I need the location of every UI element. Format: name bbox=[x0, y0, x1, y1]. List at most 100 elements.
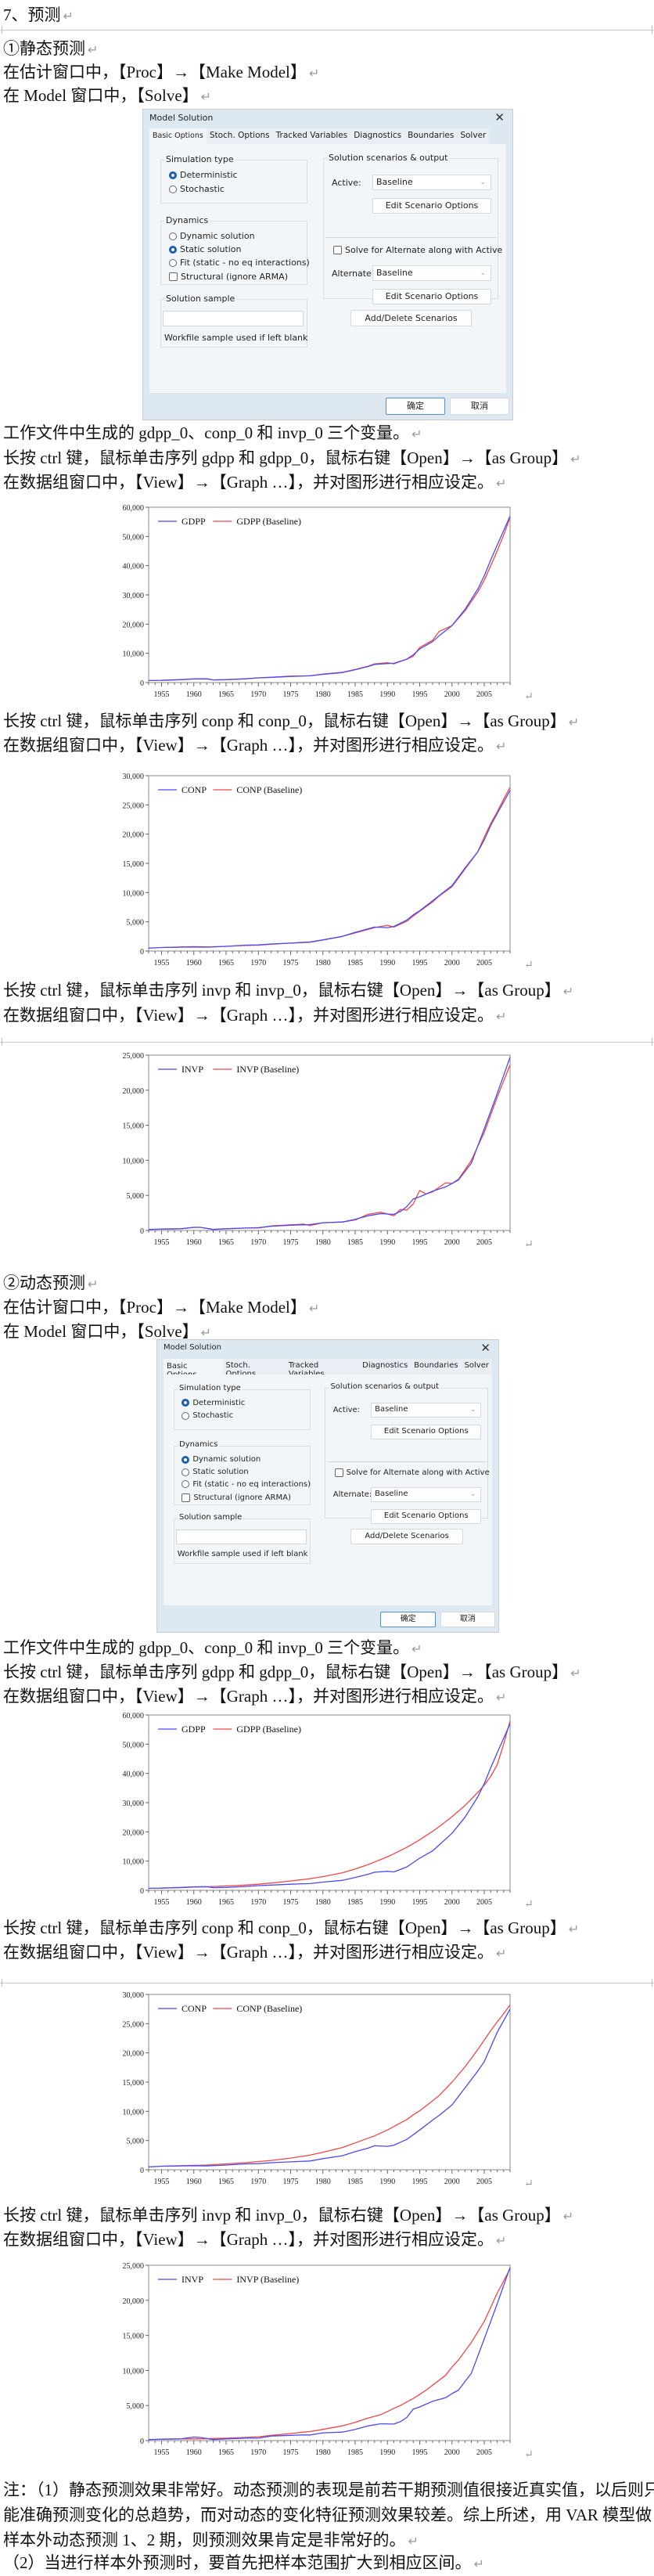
plot-frame bbox=[148, 1054, 511, 1231]
legend-label: INVP bbox=[181, 1064, 203, 1075]
solution-sample-input[interactable] bbox=[175, 1529, 307, 1544]
x-tick-label: 2005 bbox=[476, 1898, 492, 1907]
tab-basic-options[interactable]: Basic Options bbox=[149, 128, 207, 144]
solve-alternate-checkbox[interactable]: Solve for Alternate along with Active bbox=[333, 245, 502, 255]
structural-checkbox[interactable]: Structural (ignore ARMA) bbox=[181, 1493, 291, 1502]
static-heading: ①静态预测 ↵ bbox=[3, 39, 99, 58]
x-tick-label: 1995 bbox=[412, 1238, 428, 1247]
x-tick-label: 1960 bbox=[186, 2178, 202, 2186]
deterministic-radio[interactable]: Deterministic bbox=[169, 170, 238, 180]
x-tick-label: 1970 bbox=[250, 690, 266, 699]
add-delete-scenarios-button[interactable]: Add/Delete Scenarios bbox=[350, 1529, 464, 1544]
x-tick-label: 2000 bbox=[444, 1898, 460, 1907]
x-tick-label: 2000 bbox=[444, 959, 460, 967]
radio-icon bbox=[169, 185, 177, 193]
tab-boundaries[interactable]: Boundaries bbox=[404, 128, 458, 144]
close-icon[interactable]: ✕ bbox=[480, 1341, 490, 1355]
checkbox-icon bbox=[169, 272, 178, 281]
deterministic-radio[interactable]: Deterministic bbox=[181, 1399, 245, 1407]
note-line-2: 能准确预测变化的总趋势，而对动态的变化特征预测效果较差。综上所述，用 VAR 模… bbox=[3, 2506, 652, 2524]
x-tick-label: 1990 bbox=[379, 1898, 395, 1907]
radio-icon bbox=[169, 258, 177, 267]
simulation-type-group: Simulation type Deterministic Stochastic bbox=[174, 1383, 311, 1430]
x-tick-label: 1975 bbox=[283, 1238, 299, 1247]
chart-svg: 0 10,000 20,000 30,000 40,000 50,000 60,000 195… bbox=[123, 1712, 534, 1911]
basic-options-panel: Simulation type Deterministic Stochastic… bbox=[164, 1374, 492, 1605]
edit-scenario-options-button[interactable]: Edit Scenario Options bbox=[371, 1425, 482, 1439]
y-tick-label: 60,000 bbox=[123, 1712, 145, 1720]
y-tick-label: 0 bbox=[140, 1887, 144, 1896]
y-tick-label: 15,000 bbox=[123, 1122, 145, 1131]
tab-boundaries[interactable]: Boundaries bbox=[411, 1359, 462, 1374]
tab-solver[interactable]: Solver bbox=[461, 1359, 492, 1374]
y-tick-label: 30,000 bbox=[123, 773, 145, 781]
y-tick-label: 40,000 bbox=[123, 1771, 145, 1779]
plot-frame bbox=[148, 1714, 511, 1891]
fit-radio[interactable]: Fit (static - no eq interactions) bbox=[181, 1480, 311, 1489]
ok-button[interactable]: 确定 bbox=[386, 398, 445, 415]
static-gdpp-step: 长按 ctrl 键，鼠标单击序列 gdpp 和 gdpp_0，鼠标右键【Open… bbox=[3, 449, 581, 467]
dynamic-invp-graph-step: 在数据组窗口中，【View】→【Graph …】，并对图形进行相应设定。 ↵ bbox=[3, 2230, 507, 2249]
close-icon[interactable]: ✕ bbox=[494, 110, 505, 124]
chevron-down-icon: ⌄ bbox=[469, 1406, 476, 1414]
dynamic-conp-chart: 0 5,000 10,000 15,000 20,000 25,000 30,000 1955… bbox=[110, 1988, 548, 2193]
x-tick-label: 2005 bbox=[476, 2448, 492, 2457]
legend-label: CONP bbox=[181, 784, 207, 795]
y-tick-label: 10,000 bbox=[123, 1858, 145, 1867]
solution-sample-input[interactable] bbox=[163, 311, 304, 326]
x-tick-label: 2000 bbox=[444, 2178, 460, 2186]
y-tick-label: 25,000 bbox=[123, 2262, 145, 2271]
tab-basic-options[interactable]: Basic Options bbox=[164, 1359, 223, 1379]
paragraph-mark: ↵ bbox=[524, 691, 534, 703]
section-title: 7、预测 ↵ bbox=[3, 5, 74, 24]
dynamic-conp-graph-step: 在数据组窗口中，【View】→【Graph …】，并对图形进行相应设定。 ↵ bbox=[3, 1943, 507, 1962]
edit-scenario-options-button-2[interactable]: Edit Scenario Options bbox=[371, 1509, 482, 1524]
scenarios-divider bbox=[327, 1461, 487, 1462]
dynamic-solution-radio[interactable]: Dynamic solution bbox=[181, 1455, 261, 1464]
legend-label: INVP (Baseline) bbox=[236, 1064, 299, 1075]
dynamic-step-make-model: 在估计窗口中，【Proc】→【Make Model】 ↵ bbox=[3, 1298, 320, 1317]
tab-diagnostics[interactable]: Diagnostics bbox=[359, 1359, 411, 1374]
add-delete-scenarios-button[interactable]: Add/Delete Scenarios bbox=[350, 310, 472, 326]
dynamics-label: Dynamics bbox=[178, 1440, 220, 1450]
fit-label: Fit (static - no eq interactions) bbox=[180, 258, 310, 268]
alternate-scenario-select[interactable]: Baseline ⌄ bbox=[372, 265, 491, 281]
x-tick-label: 2005 bbox=[476, 1238, 492, 1247]
structural-checkbox[interactable]: Structural (ignore ARMA) bbox=[169, 272, 288, 282]
tab-stoch-options[interactable]: Stoch. Options bbox=[222, 1359, 286, 1378]
cancel-button[interactable]: 取消 bbox=[440, 1611, 496, 1628]
chart-svg: 0 10,000 20,000 30,000 40,000 50,000 60,000 195… bbox=[123, 504, 534, 703]
edit-scenario-options-button[interactable]: Edit Scenario Options bbox=[372, 198, 491, 214]
y-tick-label: 25,000 bbox=[123, 1052, 145, 1061]
dynamic-solution-radio[interactable]: Dynamic solution bbox=[169, 231, 255, 241]
static-solution-radio[interactable]: Static solution bbox=[169, 244, 242, 254]
x-tick-label: 1955 bbox=[154, 690, 170, 699]
static-step-solve: 在 Model 窗口中，【Solve】 ↵ bbox=[3, 86, 212, 105]
x-tick-label: 2000 bbox=[444, 2448, 460, 2457]
solution-sample-label: Solution sample bbox=[164, 294, 237, 304]
plot-frame bbox=[148, 1994, 511, 2171]
active-scenario-select[interactable]: Baseline ⌄ bbox=[372, 175, 491, 190]
stochastic-radio[interactable]: Stochastic bbox=[181, 1411, 233, 1420]
active-scenario-select[interactable]: Baseline ⌄ bbox=[371, 1403, 482, 1418]
x-tick-label: 2005 bbox=[476, 690, 492, 699]
chart-svg: 0 5,000 10,000 15,000 20,000 25,000 30,000 1955… bbox=[123, 773, 534, 971]
static-solution-radio[interactable]: Static solution bbox=[181, 1468, 249, 1476]
tab-tracked-variables[interactable]: Tracked Variables bbox=[285, 1359, 360, 1378]
cancel-button[interactable]: 取消 bbox=[450, 398, 509, 415]
active-scenario-value: Baseline bbox=[375, 1405, 408, 1414]
solve-alternate-checkbox[interactable]: Solve for Alternate along with Active bbox=[334, 1468, 490, 1478]
ok-button[interactable]: 确定 bbox=[380, 1611, 437, 1628]
alternate-scenario-select[interactable]: Baseline ⌄ bbox=[371, 1487, 482, 1502]
tab-stoch-options[interactable]: Stoch. Options bbox=[206, 128, 273, 144]
tab-tracked-variables[interactable]: Tracked Variables bbox=[272, 128, 351, 144]
static-conp-graph-step: 在数据组窗口中，【View】→【Graph …】，并对图形进行相应设定。 ↵ bbox=[3, 736, 507, 755]
tab-diagnostics[interactable]: Diagnostics bbox=[350, 128, 405, 144]
edit-scenario-options-button-2[interactable]: Edit Scenario Options bbox=[372, 289, 491, 304]
stochastic-radio[interactable]: Stochastic bbox=[169, 184, 225, 194]
x-tick-label: 1990 bbox=[379, 2448, 395, 2457]
y-tick-label: 10,000 bbox=[123, 650, 145, 659]
radio-icon bbox=[169, 245, 177, 254]
fit-radio[interactable]: Fit (static - no eq interactions) bbox=[169, 258, 310, 268]
tab-solver[interactable]: Solver bbox=[457, 128, 490, 144]
